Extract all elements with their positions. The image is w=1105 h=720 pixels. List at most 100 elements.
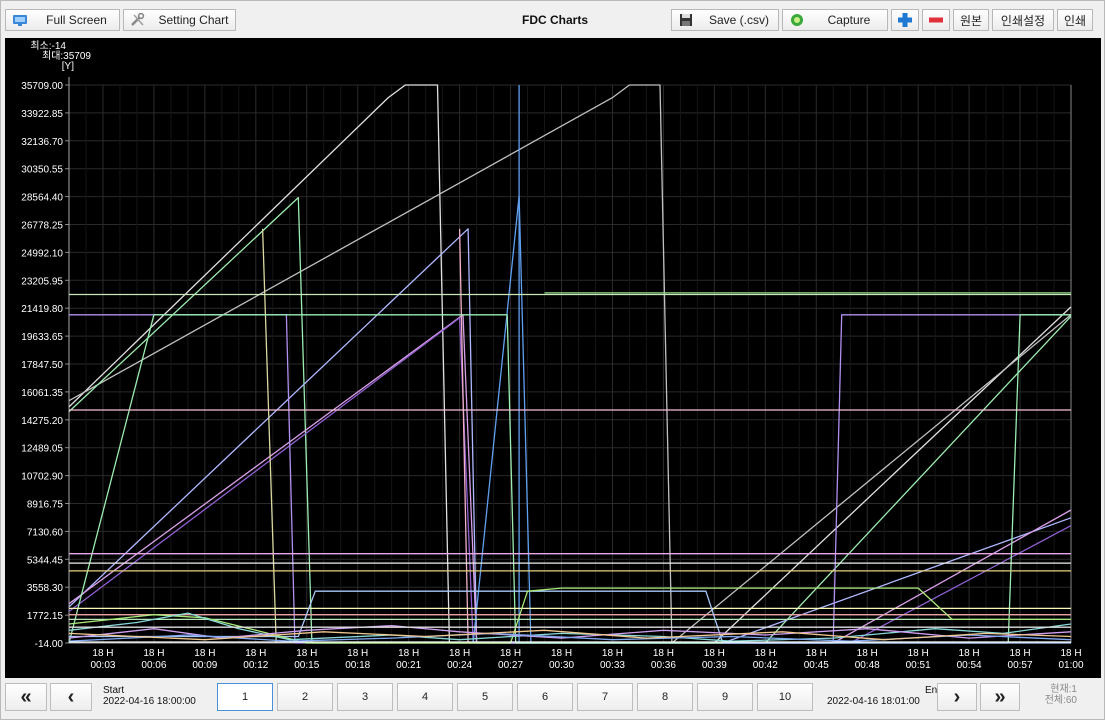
page-button[interactable]: 6 [517,683,573,711]
next-page-button[interactable]: › [937,683,977,711]
line-chart[interactable]: 35709.00 33922.85 32136.70 30350.55 28564.40… [5,38,1101,678]
y-tick-label: 1772.15 [27,611,64,622]
capture-icon [791,14,803,26]
y-tick-label: -14.00 [35,639,64,650]
x-tick-time-label: 00:06 [141,660,166,671]
y-tick-label: 32136.70 [21,137,63,148]
last-page-button[interactable]: » [980,683,1020,711]
x-tick-hour-label: 18 H [1009,648,1030,659]
page-button-label: 6 [541,691,549,703]
original-button[interactable]: 원본 [953,9,989,31]
x-tick-hour-label: 18 H [806,648,827,659]
max-label: 최대:35709 [42,51,91,62]
series-line [69,590,1071,644]
save-csv-button[interactable]: Save (.csv) [671,9,779,31]
series-line [261,228,277,644]
capture-label: Capture [827,13,871,27]
print-settings-label: 인쇄설정 [1000,13,1046,28]
y-tick-label: 12489.05 [21,444,63,455]
full-screen-button[interactable]: Full Screen [5,9,120,31]
total-pages-label: 전체:60 [1044,695,1077,706]
full-screen-label: Full Screen [46,13,107,27]
page-button[interactable]: 3 [337,683,393,711]
page-button-label: 7 [601,691,609,703]
x-tick-hour-label: 18 H [959,648,980,659]
print-button[interactable]: 인쇄 [1057,9,1093,31]
page-button-label: 9 [721,691,729,703]
x-tick-time-label: 00:15 [294,660,319,671]
y-tick-label: 14275.20 [21,416,63,427]
y-tick-label: 19633.65 [21,332,63,343]
page-button-label: 4 [421,691,429,703]
print-settings-button[interactable]: 인쇄설정 [992,9,1054,31]
y-tick-label: 8916.75 [27,500,64,511]
page-button[interactable]: 2 [277,683,333,711]
prev-page-button[interactable]: ‹ [50,683,92,711]
save-csv-label: Save (.csv) [708,13,769,27]
capture-button[interactable]: Capture [782,9,888,31]
x-tick-hour-label: 18 H [653,648,674,659]
x-tick-hour-label: 18 H [1060,648,1081,659]
x-tick-hour-label: 18 H [602,648,623,659]
x-tick-hour-label: 18 H [551,648,572,659]
page-button[interactable]: 8 [637,683,693,711]
page-button[interactable]: 7 [577,683,633,711]
x-tick-hour-label: 18 H [92,648,113,659]
first-page-button[interactable]: « [5,683,47,711]
y-tick-label: 16061.35 [21,388,63,399]
zoom-in-button[interactable] [891,9,919,31]
x-tick-time-label: 00:27 [498,660,523,671]
x-tick-hour-label: 18 H [449,648,470,659]
y-tick-label: 24992.10 [21,248,63,259]
page-button[interactable]: 9 [697,683,753,711]
y-tick-label: 28564.40 [21,193,63,204]
x-tick-time-label: 00:57 [1008,660,1033,671]
x-tick-hour-label: 18 H [194,648,215,659]
page-button[interactable]: 5 [457,683,513,711]
y-tick-label: 33922.85 [21,109,63,120]
x-tick-time-label: 00:09 [192,660,217,671]
x-tick-hour-label: 18 H [245,648,266,659]
page-button[interactable]: 10 [757,683,813,711]
bottom-nav: « ‹ Start 2022-04-16 18:00:00 1 2 3 4 5 6 7 8 9 1… [5,681,1101,715]
y-tick-label: 35709.00 [21,81,63,92]
chevron-left-icon: ‹ [67,685,75,708]
x-tick-time-label: 00:12 [243,660,268,671]
x-tick-hour-label: 18 H [500,648,521,659]
y-tick-label: 17847.50 [21,360,63,371]
y-tick-label: 10702.90 [21,472,63,483]
tools-icon [131,13,145,26]
page-button[interactable]: 1 [217,683,273,711]
setting-chart-button[interactable]: Setting Chart [123,9,236,31]
monitor-icon [13,15,27,26]
start-datetime: 2022-04-16 18:00:00 [103,696,196,707]
print-label: 인쇄 [1063,13,1087,28]
x-tick-time-label: 00:24 [447,660,472,671]
y-tick-label: 5344.45 [27,555,64,566]
x-tick-time-label: 00:54 [957,660,982,671]
zoom-out-button[interactable] [922,9,950,31]
original-label: 원본 [959,13,983,28]
double-chevron-right-icon: » [994,685,1006,708]
x-tick-time-label: 00:33 [600,660,625,671]
page-button[interactable]: 4 [397,683,453,711]
page-button-label: 3 [361,691,369,703]
y-tick-label: 23205.95 [21,276,63,287]
x-tick-time-label: 01:00 [1058,660,1083,671]
chevron-right-icon: › [953,685,961,708]
series-line [458,228,469,644]
x-tick-hour-label: 18 H [704,648,725,659]
chart-title: FDC Charts [521,13,588,27]
chart-area[interactable]: 35709.00 33922.85 32136.70 30350.55 28564.40… [5,38,1101,678]
y-tick-label: 30350.55 [21,165,63,176]
floppy-disk-icon [680,14,692,26]
page-button-label: 5 [481,691,489,703]
x-tick-time-label: 00:18 [345,660,370,671]
y-tick-label: 3558.30 [27,583,64,594]
zoom-out-icon [929,17,943,23]
x-tick-hour-label: 18 H [347,648,368,659]
x-tick-time-label: 00:39 [702,660,727,671]
page-button-label: 1 [241,691,249,703]
x-tick-hour-label: 18 H [143,648,164,659]
unit-label: [Y] [61,61,74,72]
